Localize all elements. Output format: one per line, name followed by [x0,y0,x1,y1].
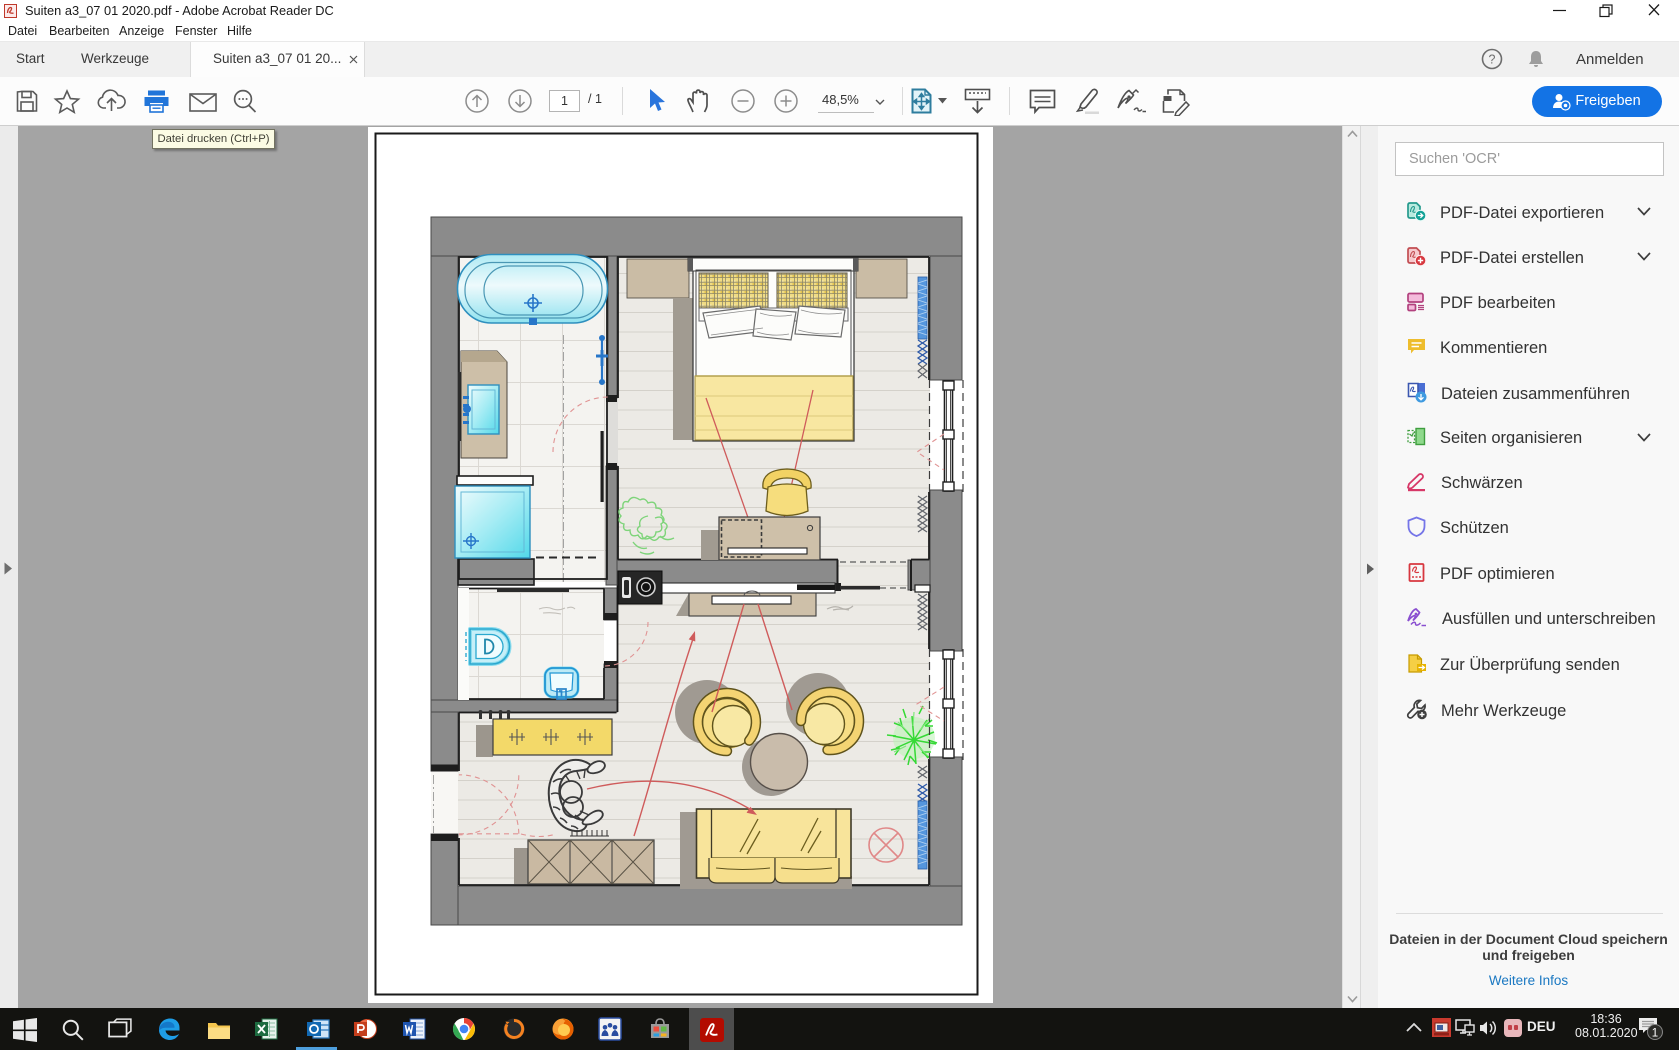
svg-text:1: 1 [1652,1028,1658,1040]
svg-text:?: ? [1489,53,1496,67]
